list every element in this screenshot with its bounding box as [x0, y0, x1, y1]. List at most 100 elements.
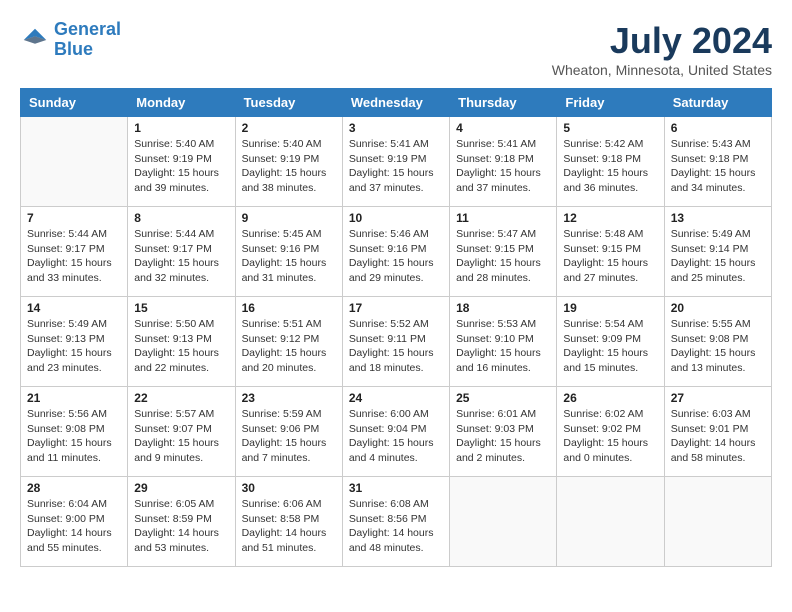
day-info: Sunrise: 5:51 AM Sunset: 9:12 PM Dayligh…: [242, 317, 336, 376]
calendar-cell: 25Sunrise: 6:01 AM Sunset: 9:03 PM Dayli…: [450, 387, 557, 477]
calendar-table: SundayMondayTuesdayWednesdayThursdayFrid…: [20, 88, 772, 567]
calendar-body: 1Sunrise: 5:40 AM Sunset: 9:19 PM Daylig…: [21, 117, 772, 567]
day-info: Sunrise: 5:43 AM Sunset: 9:18 PM Dayligh…: [671, 137, 765, 196]
calendar-cell: 23 Sunrise: 5:59 AM Sunset: 9:06 PM Dayli…: [235, 387, 342, 477]
day-number: 14: [27, 301, 121, 315]
calendar-cell: 8 Sunrise: 5:44 AM Sunset: 9:17 PM Daylig…: [128, 207, 235, 297]
day-info: Sunrise: 5:55 AM Sunset: 9:08 PM Dayligh…: [671, 317, 765, 376]
day-info: Sunrise: 5:46 AM Sunset: 9:16 PM Dayligh…: [349, 227, 443, 286]
day-info: Sunrise: 5:40 AM Sunset: 9:19 PM Dayligh…: [242, 137, 336, 196]
calendar-cell: 12 Sunrise: 5:48 AM Sunset: 9:15 PM Dayli…: [557, 207, 664, 297]
day-info: Sunrise: 5:50 AM Sunset: 9:13 PM Dayligh…: [134, 317, 228, 376]
calendar-cell: [21, 117, 128, 207]
day-info: Sunrise: 6:05 AM Sunset: 8:59 PM Dayligh…: [134, 497, 228, 556]
calendar-cell: 16Sunrise: 5:51 AM Sunset: 9:12 PM Dayli…: [235, 297, 342, 387]
weekday-header-cell: Sunday: [21, 89, 128, 117]
logo: General Blue: [20, 20, 121, 60]
day-number: 22: [134, 391, 228, 405]
day-number: 27: [671, 391, 765, 405]
day-info: Sunrise: 6:08 AM Sunset: 8:56 PM Dayligh…: [349, 497, 443, 556]
day-info: Sunrise: 6:03 AM Sunset: 9:01 PM Dayligh…: [671, 407, 765, 466]
calendar-cell: 15Sunrise: 5:50 AM Sunset: 9:13 PM Dayli…: [128, 297, 235, 387]
calendar-cell: 18 Sunrise: 5:53 AM Sunset: 9:10 PM Dayli…: [450, 297, 557, 387]
day-info: Sunrise: 6:01 AM Sunset: 9:03 PM Dayligh…: [456, 407, 550, 466]
day-info: Sunrise: 5:49 AM Sunset: 9:13 PM Dayligh…: [27, 317, 121, 376]
calendar-cell: 11 Sunrise: 5:47 AM Sunset: 9:15 PM Dayli…: [450, 207, 557, 297]
calendar-week-row: 14 Sunrise: 5:49 AM Sunset: 9:13 PM Dayli…: [21, 297, 772, 387]
day-info: Sunrise: 6:06 AM Sunset: 8:58 PM Dayligh…: [242, 497, 336, 556]
day-info: Sunrise: 5:40 AM Sunset: 9:19 PM Dayligh…: [134, 137, 228, 196]
day-info: Sunrise: 5:45 AM Sunset: 9:16 PM Dayligh…: [242, 227, 336, 286]
calendar-cell: [557, 477, 664, 567]
weekday-header-row: SundayMondayTuesdayWednesdayThursdayFrid…: [21, 89, 772, 117]
day-number: 17: [349, 301, 443, 315]
day-number: 30: [242, 481, 336, 495]
day-number: 4: [456, 121, 550, 135]
day-number: 20: [671, 301, 765, 315]
calendar-cell: 4 Sunrise: 5:41 AM Sunset: 9:18 PM Daylig…: [450, 117, 557, 207]
calendar-cell: 21 Sunrise: 5:56 AM Sunset: 9:08 PM Dayli…: [21, 387, 128, 477]
day-number: 6: [671, 121, 765, 135]
day-info: Sunrise: 5:54 AM Sunset: 9:09 PM Dayligh…: [563, 317, 657, 376]
logo-icon: [20, 25, 50, 55]
day-info: Sunrise: 5:57 AM Sunset: 9:07 PM Dayligh…: [134, 407, 228, 466]
calendar-cell: 5 Sunrise: 5:42 AM Sunset: 9:18 PM Daylig…: [557, 117, 664, 207]
day-info: Sunrise: 5:59 AM Sunset: 9:06 PM Dayligh…: [242, 407, 336, 466]
calendar-cell: 28 Sunrise: 6:04 AM Sunset: 9:00 PM Dayli…: [21, 477, 128, 567]
day-info: Sunrise: 5:44 AM Sunset: 9:17 PM Dayligh…: [134, 227, 228, 286]
calendar-week-row: 21 Sunrise: 5:56 AM Sunset: 9:08 PM Dayli…: [21, 387, 772, 477]
day-number: 21: [27, 391, 121, 405]
title-block: July 2024 Wheaton, Minnesota, United Sta…: [552, 20, 772, 78]
day-info: Sunrise: 6:04 AM Sunset: 9:00 PM Dayligh…: [27, 497, 121, 556]
calendar-cell: 7Sunrise: 5:44 AM Sunset: 9:17 PM Daylig…: [21, 207, 128, 297]
calendar-cell: 6 Sunrise: 5:43 AM Sunset: 9:18 PM Daylig…: [664, 117, 771, 207]
calendar-cell: [450, 477, 557, 567]
location-subtitle: Wheaton, Minnesota, United States: [552, 62, 772, 78]
calendar-cell: 24Sunrise: 6:00 AM Sunset: 9:04 PM Dayli…: [342, 387, 449, 477]
day-number: 9: [242, 211, 336, 225]
day-number: 12: [563, 211, 657, 225]
day-number: 8: [134, 211, 228, 225]
day-info: Sunrise: 5:56 AM Sunset: 9:08 PM Dayligh…: [27, 407, 121, 466]
weekday-header-cell: Tuesday: [235, 89, 342, 117]
day-number: 31: [349, 481, 443, 495]
day-number: 29: [134, 481, 228, 495]
calendar-cell: 13 Sunrise: 5:49 AM Sunset: 9:14 PM Dayli…: [664, 207, 771, 297]
day-info: Sunrise: 5:47 AM Sunset: 9:15 PM Dayligh…: [456, 227, 550, 286]
calendar-cell: 9 Sunrise: 5:45 AM Sunset: 9:16 PM Daylig…: [235, 207, 342, 297]
calendar-cell: 20 Sunrise: 5:55 AM Sunset: 9:08 PM Dayli…: [664, 297, 771, 387]
calendar-cell: 10Sunrise: 5:46 AM Sunset: 9:16 PM Dayli…: [342, 207, 449, 297]
calendar-cell: 29 Sunrise: 6:05 AM Sunset: 8:59 PM Dayli…: [128, 477, 235, 567]
day-info: Sunrise: 5:52 AM Sunset: 9:11 PM Dayligh…: [349, 317, 443, 376]
calendar-cell: 22 Sunrise: 5:57 AM Sunset: 9:07 PM Dayli…: [128, 387, 235, 477]
day-number: 13: [671, 211, 765, 225]
day-info: Sunrise: 6:02 AM Sunset: 9:02 PM Dayligh…: [563, 407, 657, 466]
weekday-header-cell: Monday: [128, 89, 235, 117]
calendar-cell: 1Sunrise: 5:40 AM Sunset: 9:19 PM Daylig…: [128, 117, 235, 207]
calendar-cell: 14 Sunrise: 5:49 AM Sunset: 9:13 PM Dayli…: [21, 297, 128, 387]
day-number: 2: [242, 121, 336, 135]
calendar-cell: 2 Sunrise: 5:40 AM Sunset: 9:19 PM Daylig…: [235, 117, 342, 207]
day-info: Sunrise: 5:53 AM Sunset: 9:10 PM Dayligh…: [456, 317, 550, 376]
day-info: Sunrise: 5:42 AM Sunset: 9:18 PM Dayligh…: [563, 137, 657, 196]
calendar-cell: 30 Sunrise: 6:06 AM Sunset: 8:58 PM Dayli…: [235, 477, 342, 567]
day-number: 18: [456, 301, 550, 315]
day-info: Sunrise: 5:41 AM Sunset: 9:18 PM Dayligh…: [456, 137, 550, 196]
day-number: 26: [563, 391, 657, 405]
day-number: 28: [27, 481, 121, 495]
day-info: Sunrise: 5:48 AM Sunset: 9:15 PM Dayligh…: [563, 227, 657, 286]
day-number: 11: [456, 211, 550, 225]
day-number: 19: [563, 301, 657, 315]
calendar-cell: 27 Sunrise: 6:03 AM Sunset: 9:01 PM Dayli…: [664, 387, 771, 477]
day-number: 7: [27, 211, 121, 225]
day-number: 3: [349, 121, 443, 135]
calendar-week-row: 28 Sunrise: 6:04 AM Sunset: 9:00 PM Dayli…: [21, 477, 772, 567]
day-number: 23: [242, 391, 336, 405]
calendar-cell: 17 Sunrise: 5:52 AM Sunset: 9:11 PM Dayli…: [342, 297, 449, 387]
calendar-cell: 3Sunrise: 5:41 AM Sunset: 9:19 PM Daylig…: [342, 117, 449, 207]
calendar-week-row: 1Sunrise: 5:40 AM Sunset: 9:19 PM Daylig…: [21, 117, 772, 207]
day-number: 5: [563, 121, 657, 135]
day-info: Sunrise: 5:49 AM Sunset: 9:14 PM Dayligh…: [671, 227, 765, 286]
weekday-header-cell: Wednesday: [342, 89, 449, 117]
logo-text: General Blue: [54, 20, 121, 60]
